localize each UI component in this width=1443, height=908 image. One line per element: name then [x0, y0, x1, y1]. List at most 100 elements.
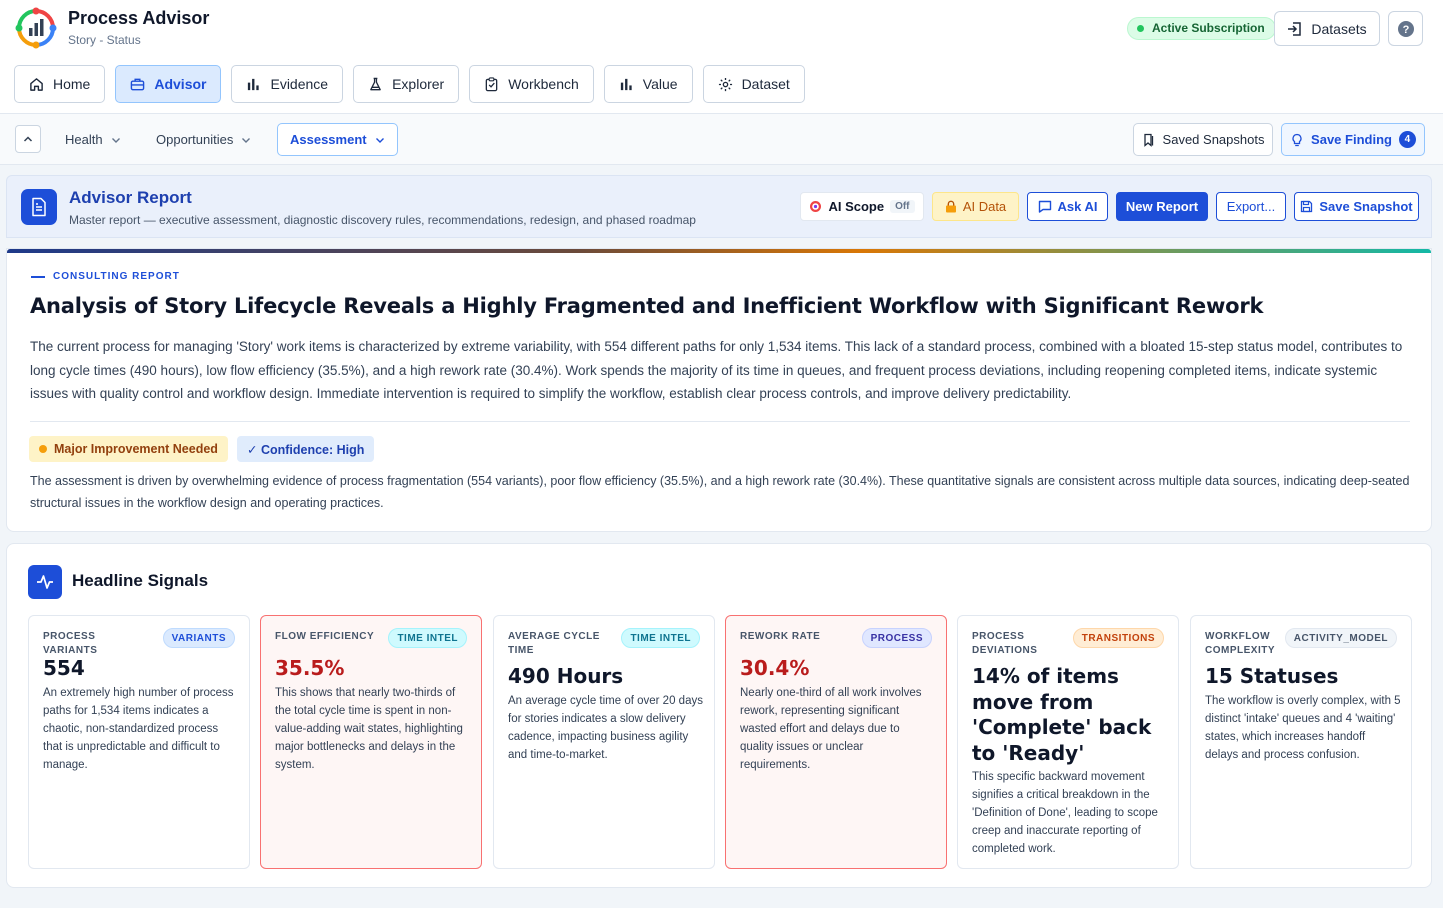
help-button[interactable]: ?: [1388, 11, 1423, 46]
datasets-label: Datasets: [1311, 20, 1367, 37]
signal-description: The workflow is overly complex, with 5 d…: [1205, 695, 1401, 761]
new-report-button[interactable]: New Report: [1116, 192, 1208, 221]
accent-gradient-bar: [7, 249, 1431, 253]
save-finding-button[interactable]: Save Finding 4: [1281, 123, 1425, 156]
signal-label: PROCESS DEVIATIONS: [972, 631, 1038, 656]
tab-label: Workbench: [508, 76, 579, 92]
section-eyebrow: CONSULTING REPORT: [31, 271, 180, 282]
subscription-badge: Active Subscription: [1127, 17, 1276, 40]
signal-description: Nearly one-third of all work involves re…: [740, 687, 922, 771]
tab-value[interactable]: Value: [603, 65, 693, 103]
main-nav: Home Advisor Evidence Explorer Workbench…: [14, 65, 805, 103]
rating-badge: Major Improvement Needed: [29, 436, 228, 462]
section-title: Headline Signals: [72, 571, 209, 590]
sign-in-icon: [1288, 21, 1302, 36]
signal-card-complexity: WORKFLOW COMPLEXITY ACTIVITY_MODEL 15 St…: [1190, 615, 1412, 869]
rating-label: Major Improvement Needed: [54, 442, 218, 456]
sub-nav: Health Opportunities Assessment Saved Sn…: [0, 114, 1443, 165]
signal-description: This specific backward movement signifie…: [972, 771, 1158, 855]
ai-data-button[interactable]: AI Data: [932, 192, 1019, 221]
signal-card-variants: PROCESS VARIANTS VARIANTS 554 An extreme…: [28, 615, 250, 869]
export-button[interactable]: Export...: [1216, 192, 1286, 221]
tab-explorer[interactable]: Explorer: [353, 65, 460, 103]
eyebrow-line: [31, 275, 45, 278]
home-icon: [30, 77, 43, 91]
tab-home[interactable]: Home: [14, 65, 106, 103]
signal-value: 30.4%: [740, 656, 810, 680]
divider: [30, 421, 1410, 422]
saved-snapshots-button[interactable]: Saved Snapshots: [1133, 123, 1273, 156]
save-snapshot-button[interactable]: Save Snapshot: [1294, 192, 1419, 221]
finding-count-badge: 4: [1398, 131, 1416, 148]
signal-value: 14% of items move from 'Complete' back t…: [972, 664, 1152, 765]
briefcase-icon: [131, 78, 145, 90]
saved-snapshots-label: Saved Snapshots: [1162, 132, 1265, 147]
signal-tag: VARIANTS: [162, 628, 235, 648]
tab-label: Dataset: [741, 76, 790, 92]
activity-icon: [28, 565, 62, 599]
tab-advisor[interactable]: Advisor: [115, 65, 222, 103]
executive-summary: The current process for managing 'Story'…: [30, 339, 1403, 401]
subtab-assessment[interactable]: Assessment: [277, 123, 398, 156]
help-icon: ?: [1397, 20, 1414, 37]
chevron-down-icon: [242, 137, 251, 143]
bar-chart-icon: [620, 78, 632, 90]
svg-text:?: ?: [1402, 24, 1409, 36]
ask-ai-button[interactable]: Ask AI: [1027, 192, 1108, 221]
chevron-down-icon: [111, 137, 120, 143]
ai-scope-toggle[interactable]: AI Scope Off: [800, 192, 924, 221]
gear-icon: [718, 77, 732, 91]
signal-label: WORKFLOW COMPLEXITY: [1205, 631, 1276, 656]
signal-card-rework-rate: REWORK RATE PROCESS 30.4% Nearly one-thi…: [725, 615, 947, 869]
tab-label: Evidence: [270, 76, 329, 92]
ask-ai-label: Ask AI: [1057, 199, 1098, 214]
signal-value: 554: [43, 656, 85, 680]
signal-tag: ACTIVITY_MODEL: [1284, 628, 1397, 648]
app-logo-icon: [15, 7, 57, 49]
tab-dataset[interactable]: Dataset: [702, 65, 805, 103]
signal-description: An average cycle time of over 20 days fo…: [508, 695, 703, 761]
ai-data-label: AI Data: [962, 199, 1007, 214]
tab-label: Value: [642, 76, 678, 92]
ai-scope-state: Off: [890, 200, 915, 213]
chevron-up-icon: [23, 136, 33, 142]
bookmarks-icon: [1143, 133, 1153, 147]
flask-icon: [370, 77, 381, 90]
status-dot-icon: [1137, 25, 1144, 32]
signal-card-deviations: PROCESS DEVIATIONS TRANSITIONS 14% of it…: [957, 615, 1179, 869]
signal-label: REWORK RATE: [740, 631, 821, 642]
lock-icon: [945, 200, 956, 213]
collapse-button[interactable]: [15, 125, 41, 153]
rating-dot-icon: [39, 445, 47, 453]
subtab-opportunities[interactable]: Opportunities: [144, 123, 263, 156]
signal-description: An extremely high number of process path…: [43, 687, 234, 771]
confidence-badge: ✓ Confidence: High: [237, 436, 375, 462]
save-icon: [1301, 200, 1313, 213]
tab-workbench[interactable]: Workbench: [469, 65, 594, 103]
tab-label: Advisor: [154, 76, 207, 92]
ai-scope-label: AI Scope: [828, 199, 885, 214]
tab-evidence[interactable]: Evidence: [231, 65, 344, 103]
report-subtitle: Master report — executive assessment, di…: [69, 213, 696, 227]
subtab-label: Health: [65, 132, 103, 147]
app-subtitle: Story - Status: [68, 33, 141, 47]
eyebrow-label: CONSULTING REPORT: [53, 271, 180, 282]
consulting-report-card: CONSULTING REPORT Analysis of Story Life…: [6, 248, 1432, 532]
datasets-button[interactable]: Datasets: [1274, 11, 1380, 46]
save-snapshot-label: Save Snapshot: [1319, 199, 1413, 214]
signal-tag: PROCESS: [861, 628, 932, 648]
report-title: Advisor Report: [69, 188, 192, 207]
chevron-down-icon: [375, 137, 384, 143]
app-title: Process Advisor: [68, 8, 210, 28]
signal-tag: TIME INTEL: [621, 628, 700, 648]
signal-card-cycle-time: AVERAGE CYCLE TIME TIME INTEL 490 Hours …: [493, 615, 715, 869]
subtab-health[interactable]: Health: [53, 123, 133, 156]
signal-value: 15 Statuses: [1205, 664, 1339, 688]
signal-tag: TIME INTEL: [388, 628, 467, 648]
top-header: Process Advisor Story - Status Active Su…: [0, 0, 1443, 114]
signal-label: PROCESS VARIANTS: [43, 631, 98, 656]
assessment-rationale: The assessment is driven by overwhelming…: [30, 474, 1410, 510]
signal-label: FLOW EFFICIENCY: [275, 631, 375, 642]
save-finding-label: Save Finding: [1311, 132, 1392, 147]
signal-tag: TRANSITIONS: [1072, 628, 1164, 648]
